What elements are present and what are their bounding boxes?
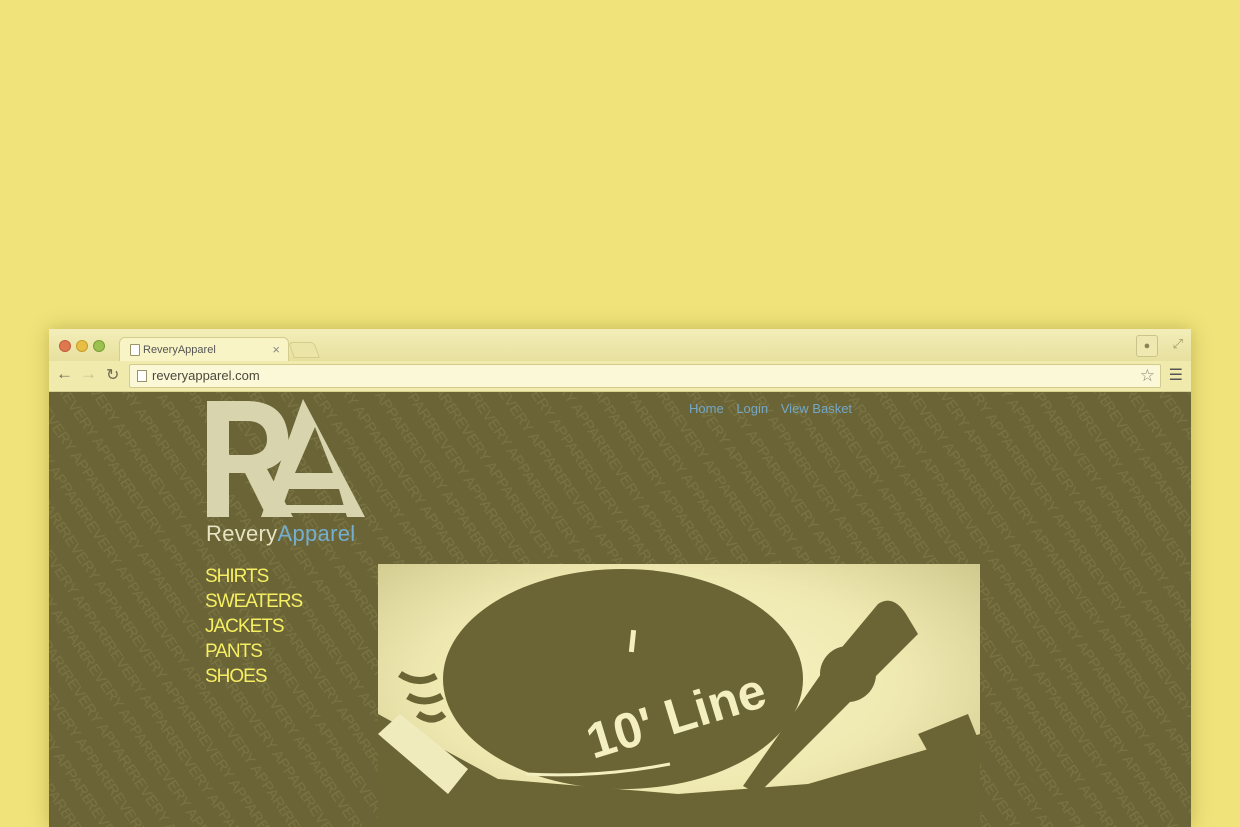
web-page: REVERY APPAREL Home Login View Basket Re…: [49, 392, 1191, 827]
nav-login-link[interactable]: Login: [736, 401, 768, 416]
brand-part-revery: Revery: [206, 521, 278, 546]
address-bar[interactable]: reveryapparel.com ☆: [129, 364, 1161, 388]
close-window-button[interactable]: [59, 340, 71, 352]
hamburger-menu-icon[interactable]: ☰: [1169, 365, 1183, 385]
category-pants[interactable]: PANTS: [205, 639, 302, 664]
fullscreen-icon[interactable]: ⤢: [1173, 336, 1183, 352]
url-text[interactable]: reveryapparel.com: [152, 368, 260, 383]
new-tab-button[interactable]: [288, 342, 320, 358]
nav-view-basket-link[interactable]: View Basket: [781, 401, 852, 416]
category-menu: SHIRTS SWEATERS JACKETS PANTS SHOES: [205, 564, 303, 689]
forward-arrow-icon[interactable]: →: [80, 364, 97, 384]
browser-toolbar: ← → ↻ reveryapparel.com ☆ ☰: [49, 361, 1191, 392]
browser-tab[interactable]: ReveryApparel ×: [119, 337, 289, 362]
category-jackets[interactable]: JACKETS: [205, 614, 302, 639]
page-icon: [137, 370, 147, 382]
top-navigation: Home Login View Basket: [689, 401, 861, 416]
back-arrow-icon[interactable]: ←: [56, 364, 73, 384]
close-icon[interactable]: ×: [272, 342, 280, 357]
minimize-window-button[interactable]: [76, 340, 88, 352]
reload-icon[interactable]: ↻: [106, 365, 119, 385]
maximize-window-button[interactable]: [93, 340, 105, 352]
category-shoes[interactable]: SHOES: [205, 664, 302, 689]
star-icon[interactable]: ☆: [1140, 366, 1155, 386]
category-sweaters[interactable]: SWEATERS: [205, 589, 303, 614]
page-icon: [130, 344, 140, 356]
hero-banner[interactable]: 10' Line: [378, 564, 980, 827]
title-bar: ReveryApparel × ● ⤢: [49, 329, 1191, 362]
tab-title: ReveryApparel: [143, 344, 216, 356]
profile-icon[interactable]: ●: [1136, 335, 1158, 357]
brand-wordmark: ReveryApparel: [206, 521, 355, 547]
nav-home-link[interactable]: Home: [689, 401, 724, 416]
category-shirts[interactable]: SHIRTS: [205, 564, 302, 589]
brand-part-apparel: Apparel: [277, 521, 356, 546]
turntable-illustration: 10' Line: [378, 569, 980, 827]
browser-window: ReveryApparel × ● ⤢ ← → ↻ reveryapparel.…: [49, 329, 1191, 827]
